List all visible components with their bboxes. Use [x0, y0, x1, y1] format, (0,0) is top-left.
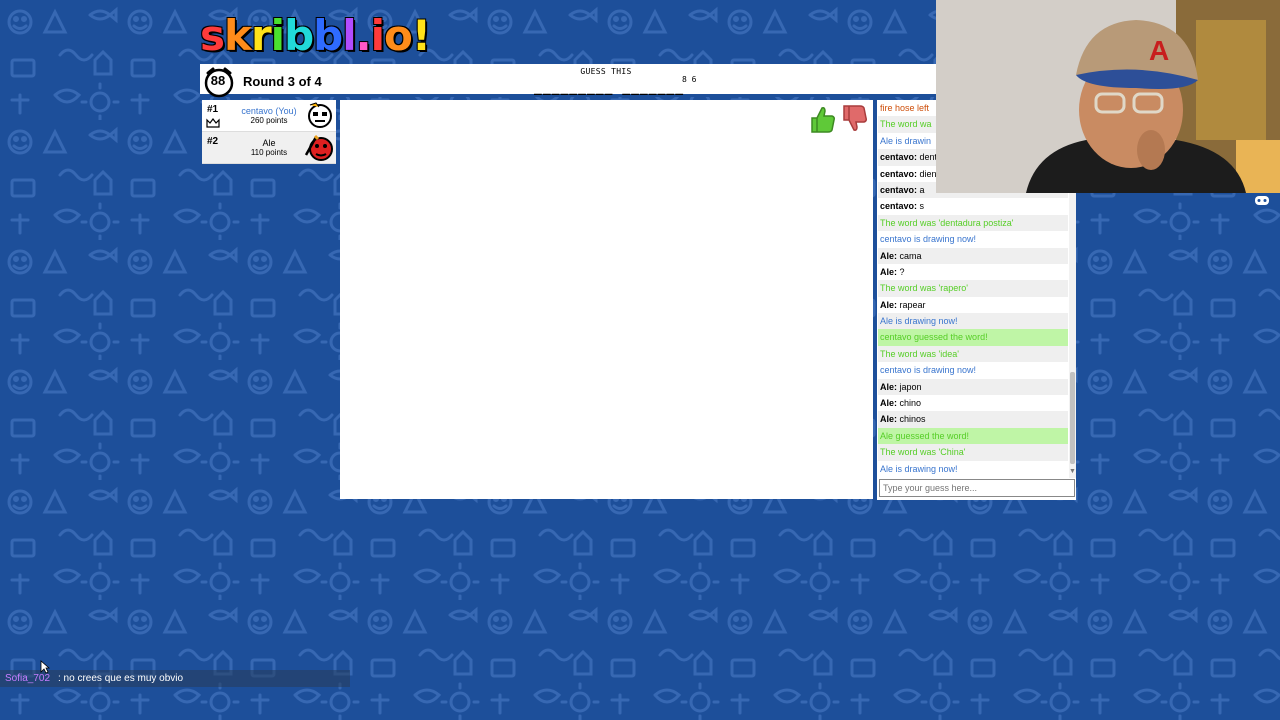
chat-message: centavo: s: [878, 198, 1068, 214]
crown-icon: [206, 118, 220, 128]
round-timer: 88: [210, 73, 226, 88]
chat-message: The word was 'idea': [878, 345, 1068, 363]
chat-message-user: Ale:: [880, 414, 898, 425]
word-hint: _________ _______: [534, 81, 685, 96]
logo-letter: b: [313, 11, 343, 60]
chat-scroll-thumb[interactable]: [1070, 372, 1075, 464]
player-avatar-white: [308, 102, 332, 128]
stream-chat-message: : no crees que es muy obvio: [58, 673, 184, 684]
player-row-centavo[interactable]: #1 centavo (You) 260 points: [202, 100, 336, 132]
chat-message: Ale: rapear: [878, 297, 1068, 313]
chat-message-user: Ale:: [880, 299, 898, 310]
chat-message: Ale: japon: [878, 378, 1068, 396]
logo-letter: i: [370, 11, 385, 60]
chat-message-user: centavo:: [880, 152, 918, 163]
chat-message: The word was 'China': [878, 444, 1068, 461]
chat-message: The word was 'rapero': [878, 280, 1068, 297]
word-lengths: 8 6: [682, 75, 697, 84]
chat-message: Ale: ?: [878, 264, 1068, 280]
chat-message-text: chinos: [897, 414, 926, 425]
chat-message: centavo is drawing now!: [880, 234, 977, 245]
chat-message: The word was 'dentadura postiza': [878, 214, 1068, 232]
round-indicator: Round 3 of 4: [243, 74, 322, 89]
logo-letter: b: [284, 11, 314, 60]
chat-message-text: a: [917, 184, 925, 195]
chat-message-user: Ale:: [880, 381, 898, 392]
chat-message-user: centavo:: [880, 184, 918, 195]
chat-message-user: centavo:: [880, 168, 918, 179]
chat-message-user: Ale:: [880, 398, 898, 409]
drawing-canvas[interactable]: [340, 100, 873, 499]
chat-message: centavo is drawing now!: [880, 365, 977, 376]
logo-letter: i: [270, 11, 285, 60]
guess-input[interactable]: [879, 479, 1075, 497]
chat-message-text: dien: [917, 168, 937, 179]
webcam-overlay: A: [936, 0, 1280, 193]
chat-message-text: cama: [897, 250, 922, 261]
logo-letter: .: [355, 11, 372, 60]
chat-message: Ale is drawing now!: [878, 313, 1068, 330]
logo-letter: o: [384, 11, 413, 60]
chat-message-text: s: [917, 201, 925, 212]
chat-message: Ale: chinos: [878, 411, 1068, 428]
logo-letter: k: [224, 11, 252, 60]
chat-message: Ale: cama: [878, 247, 1068, 264]
logo-letter: r: [250, 11, 272, 60]
chat-message: Ale is drawing now!: [880, 463, 958, 474]
chat-message-text: japon: [897, 381, 922, 392]
guess-this-label: GUESS THIS: [580, 67, 632, 76]
chat-message-user: centavo:: [880, 201, 918, 212]
player-row-ale[interactable]: #2 Ale 110 points: [202, 132, 336, 164]
chat-message-text: rapear: [897, 299, 926, 310]
thumbs-down-icon[interactable]: [840, 104, 868, 134]
chat-message-user: Ale:: [880, 250, 898, 261]
scroll-down-arrow-icon[interactable]: ▼: [1069, 468, 1076, 475]
logo-letter: s: [200, 11, 225, 60]
svg-text:A: A: [1149, 35, 1169, 66]
chat-message-text: dent: [917, 152, 938, 163]
controller-icon[interactable]: [1254, 193, 1270, 207]
player-avatar-red: [304, 134, 333, 161]
mouse-cursor-icon: [40, 660, 50, 674]
chat-message-user: Ale:: [880, 266, 898, 277]
chat-message-text: ?: [897, 266, 905, 277]
chat-message-text: chino: [897, 398, 922, 409]
chat-message: Ale: chino: [878, 395, 1068, 411]
stream-chat-username: Sofia_702: [5, 673, 51, 684]
logo-letter: !: [411, 11, 431, 60]
logo-letter: l: [342, 11, 356, 60]
thumbs-up-icon[interactable]: [808, 104, 836, 134]
chat-message: centavo guessed the word!: [878, 329, 1068, 346]
chat-message: Ale guessed the word!: [878, 427, 1068, 445]
player-rank: #1: [207, 104, 219, 115]
player-list: #1 centavo (You) 260 points #2 Ale 110 p…: [202, 100, 336, 164]
skribbl-logo: s k r i b b l. i o!: [200, 11, 431, 60]
player-rank: #2: [207, 136, 219, 147]
